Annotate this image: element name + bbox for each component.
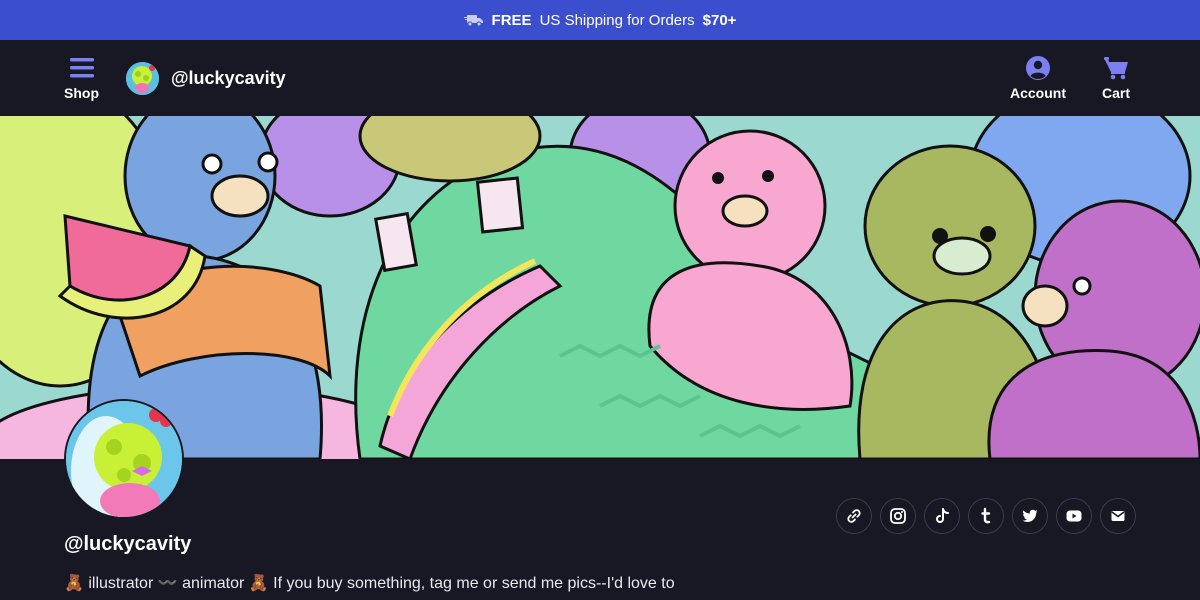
profile-avatar [64, 399, 184, 519]
brand-avatar [126, 61, 159, 95]
shop-label: Shop [64, 85, 99, 101]
twitter-icon [1022, 509, 1038, 523]
promo-banner: FREE US Shipping for Orders $70+ [0, 0, 1200, 40]
tumblr-icon [981, 507, 991, 524]
profile-handle: @luckycavity [64, 533, 192, 555]
promo-text: US Shipping for Orders [539, 11, 695, 29]
account-button[interactable]: Account [1010, 55, 1066, 101]
top-nav: Shop @luckycavity Account Cart [0, 40, 1200, 116]
email-button[interactable] [1100, 498, 1136, 534]
youtube-icon [1066, 510, 1082, 522]
menu-icon [69, 58, 94, 78]
profile-bio: 🧸 illustrator 〰️ animator 🧸 If you buy s… [64, 575, 675, 592]
account-label: Account [1009, 85, 1066, 101]
shop-button[interactable]: Shop [64, 55, 99, 101]
brand-link[interactable]: @luckycavity [126, 61, 286, 95]
user-circle-icon [1025, 56, 1050, 80]
shop-banner-image [0, 116, 1200, 459]
social-links [836, 498, 1136, 534]
brand-name: @luckycavity [171, 67, 286, 88]
email-icon [1111, 511, 1125, 521]
link-icon [847, 509, 861, 523]
cart-icon [1103, 57, 1128, 80]
instagram-button[interactable] [880, 498, 916, 534]
tiktok-button[interactable] [924, 498, 960, 534]
youtube-button[interactable] [1056, 498, 1092, 534]
truck-icon [463, 15, 483, 27]
cart-button[interactable]: Cart [1102, 55, 1130, 101]
promo-free: FREE [491, 11, 532, 29]
promo-amount: $70+ [702, 11, 737, 29]
tumblr-button[interactable] [968, 498, 1004, 534]
instagram-icon [890, 508, 906, 524]
link-button[interactable] [836, 498, 872, 534]
cart-label: Cart [1101, 85, 1130, 101]
tiktok-icon [936, 508, 949, 523]
twitter-button[interactable] [1012, 498, 1048, 534]
